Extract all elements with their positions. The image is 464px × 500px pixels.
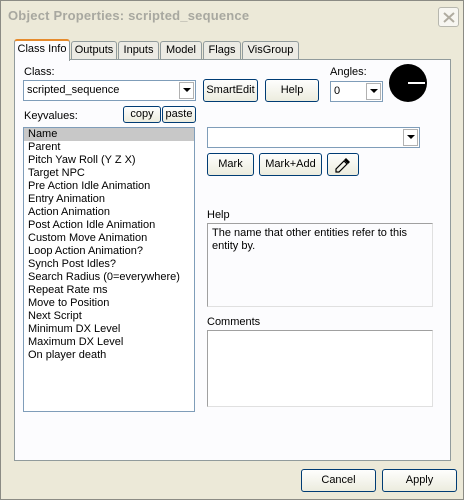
cancel-button[interactable]: Cancel	[301, 469, 376, 492]
window-title: Object Properties: scripted_sequence	[8, 8, 250, 23]
comments-textarea[interactable]	[207, 330, 433, 407]
keyvalues-list-items: Name Parent Pitch Yaw Roll (Y Z X) Target N…	[24, 128, 194, 362]
list-item[interactable]: Next Script	[24, 310, 194, 323]
keyvalues-label: Keyvalues:	[24, 110, 78, 122]
copy-button[interactable]: copy	[123, 106, 161, 123]
list-item[interactable]: Entry Animation	[24, 193, 194, 206]
mark-add-button[interactable]: Mark+Add	[259, 153, 322, 176]
list-item[interactable]: Pitch Yaw Roll (Y Z X)	[24, 154, 194, 167]
chevron-down-icon	[370, 89, 378, 93]
title-bar[interactable]: Object Properties: scripted_sequence	[1, 1, 463, 31]
help-text-box: The name that other entities refer to th…	[207, 223, 433, 307]
angles-value: 0	[334, 85, 341, 97]
class-value: scripted_sequence	[27, 84, 120, 96]
tab-visgroup[interactable]: VisGroup	[242, 41, 299, 60]
keyvalue-value-arrow[interactable]	[403, 129, 418, 146]
list-item[interactable]: Maximum DX Level	[24, 336, 194, 349]
tab-model[interactable]: Model	[160, 41, 202, 60]
eyedropper-button[interactable]	[327, 153, 359, 176]
list-item[interactable]: Repeat Rate ms	[24, 284, 194, 297]
close-icon	[443, 12, 455, 23]
list-item[interactable]: Name	[24, 128, 194, 141]
list-item[interactable]: Synch Post Idles?	[24, 258, 194, 271]
tab-outputs[interactable]: Outputs	[71, 41, 117, 60]
keyvalues-list[interactable]: Name Parent Pitch Yaw Roll (Y Z X) Target N…	[23, 127, 195, 412]
list-item[interactable]: Target NPC	[24, 167, 194, 180]
list-item[interactable]: Pre Action Idle Animation	[24, 180, 194, 193]
help-button[interactable]: Help	[265, 79, 319, 102]
comments-label: Comments	[207, 316, 261, 328]
mark-button[interactable]: Mark	[207, 153, 254, 176]
list-item[interactable]: Minimum DX Level	[24, 323, 194, 336]
list-item[interactable]: Move to Position	[24, 297, 194, 310]
chevron-down-icon	[183, 88, 191, 92]
angles-label: Angles:	[330, 66, 367, 78]
class-dropdown[interactable]: scripted_sequence	[23, 80, 196, 101]
angles-dropdown-arrow[interactable]	[366, 83, 381, 100]
list-item[interactable]: Search Radius (0=everywhere)	[24, 271, 194, 284]
help-section-label: Help	[207, 209, 230, 221]
close-button[interactable]	[438, 7, 459, 27]
tab-inputs[interactable]: Inputs	[118, 41, 159, 60]
chevron-down-icon	[407, 135, 415, 139]
angle-gauge-icon[interactable]	[389, 64, 427, 102]
paste-button[interactable]: paste	[162, 106, 196, 123]
help-text: The name that other entities refer to th…	[212, 227, 408, 252]
eyedropper-icon	[335, 158, 350, 173]
tab-flags[interactable]: Flags	[203, 41, 241, 60]
list-item[interactable]: Action Animation	[24, 206, 194, 219]
list-item[interactable]: On player death	[24, 349, 194, 362]
class-label: Class:	[24, 66, 55, 78]
list-item[interactable]: Parent	[24, 141, 194, 154]
list-item[interactable]: Loop Action Animation?	[24, 245, 194, 258]
class-dropdown-arrow[interactable]	[179, 82, 194, 99]
angle-gauge-needle	[408, 82, 425, 84]
list-item[interactable]: Custom Move Animation	[24, 232, 194, 245]
apply-button[interactable]: Apply	[382, 469, 457, 492]
smartedit-button[interactable]: SmartEdit	[203, 79, 258, 102]
keyvalue-value-dropdown[interactable]	[207, 127, 420, 148]
list-item[interactable]: Post Action Idle Animation	[24, 219, 194, 232]
object-properties-window: Object Properties: scripted_sequence Cla…	[0, 0, 464, 500]
tab-class-info[interactable]: Class Info	[14, 39, 70, 61]
angles-dropdown[interactable]: 0	[330, 81, 383, 102]
